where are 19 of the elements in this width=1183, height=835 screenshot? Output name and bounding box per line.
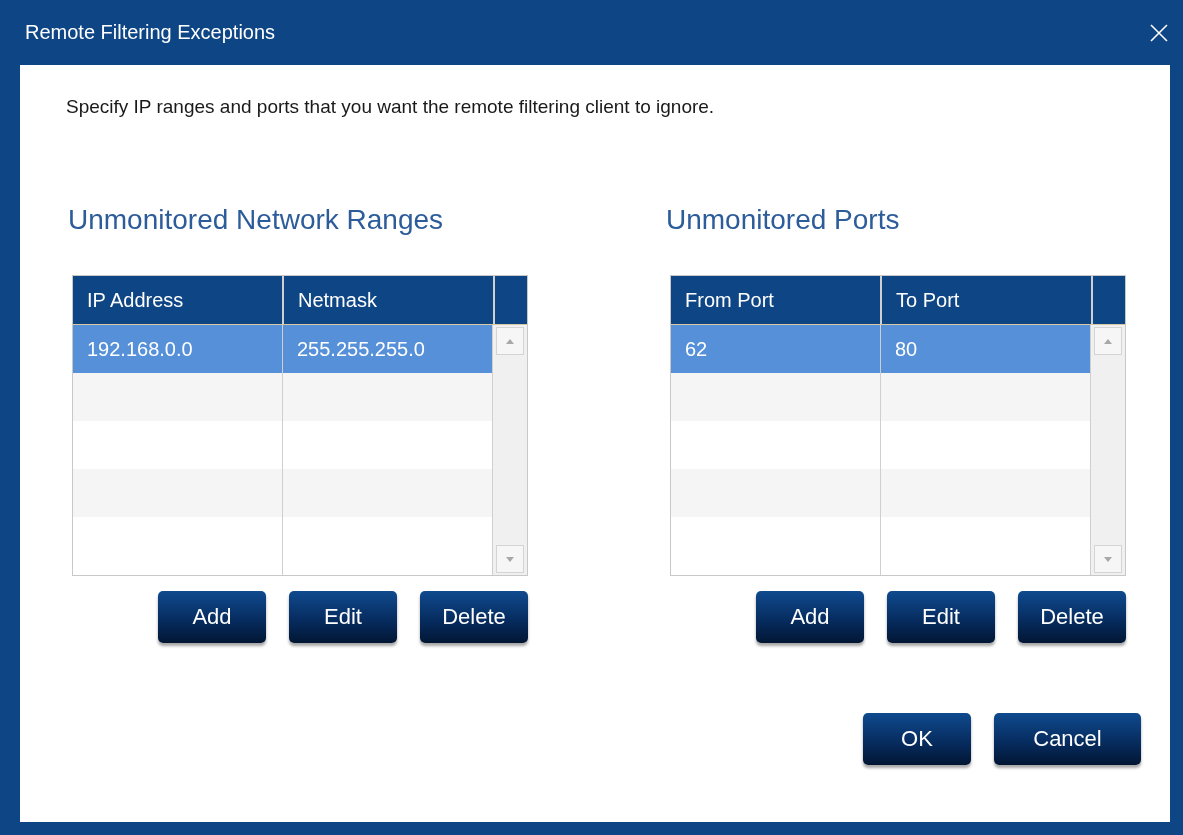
action-button[interactable]: Add (158, 591, 266, 643)
cancel-button[interactable]: Cancel (994, 713, 1141, 765)
scroll-down-icon[interactable] (496, 545, 524, 573)
action-button[interactable]: Delete (420, 591, 528, 643)
ok-button[interactable]: OK (863, 713, 971, 765)
section-heading: Unmonitored Ports (666, 203, 901, 237)
action-button[interactable]: Edit (289, 591, 397, 643)
action-button[interactable]: Add (756, 591, 864, 643)
section-heading: Unmonitored Network Ranges (68, 203, 445, 237)
action-button[interactable]: Edit (887, 591, 995, 643)
scroll-up-icon[interactable] (1094, 327, 1122, 355)
action-button[interactable]: Delete (1018, 591, 1126, 643)
scrollbar[interactable] (493, 325, 527, 575)
scroll-down-icon[interactable] (1094, 545, 1122, 573)
scroll-up-icon[interactable] (496, 327, 524, 355)
description-text: Specify IP ranges and ports that you want the remote filtering client to ignore. (66, 95, 716, 119)
close-icon[interactable] (1150, 23, 1168, 42)
window-title: Remote Filtering Exceptions (25, 21, 276, 44)
scrollbar[interactable] (1091, 325, 1125, 575)
